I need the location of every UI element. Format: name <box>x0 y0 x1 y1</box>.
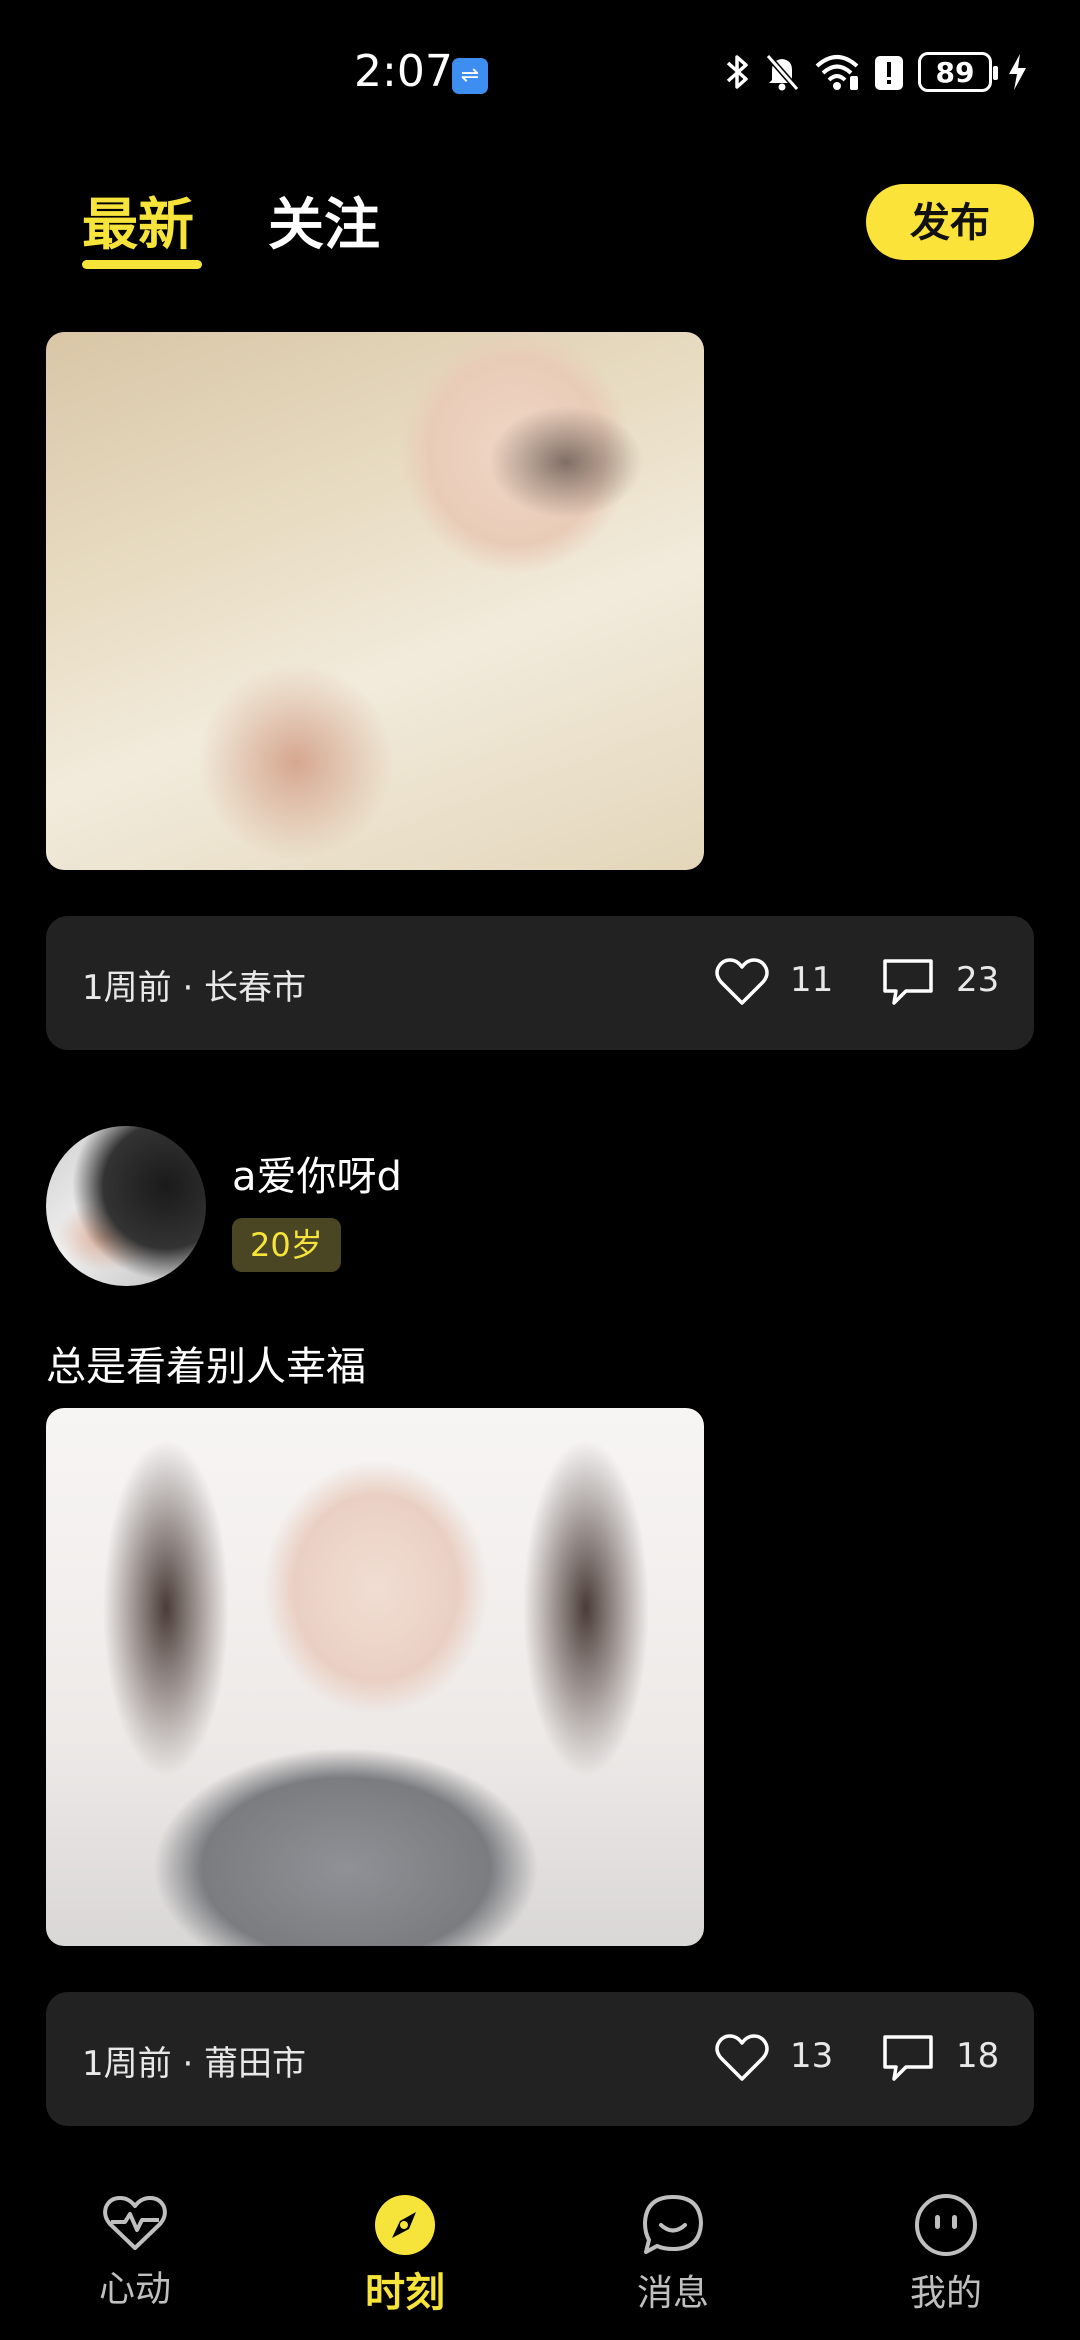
status-bar: 2:07 ⇌ 89 <box>0 0 1080 150</box>
like-count: 11 <box>790 960 834 1000</box>
username[interactable]: a爱你呀d <box>232 1144 402 1202</box>
tab-follow[interactable]: 关注 <box>268 180 380 261</box>
profile-face-icon <box>915 2194 977 2256</box>
post-image[interactable] <box>46 332 704 870</box>
publish-button[interactable]: 发布 <box>866 184 1034 260</box>
bottom-nav: 心动 时刻 消息 我的 <box>0 2170 1080 2340</box>
usb-icon: ⇌ <box>452 58 488 94</box>
alert-icon <box>875 56 903 90</box>
bluetooth-icon <box>726 55 748 89</box>
nav-label: 消息 <box>636 2273 709 2314</box>
nav-item-heartbeat[interactable]: 心动 <box>55 2192 215 2312</box>
battery-level: 89 <box>935 55 975 89</box>
post-caption: 总是看着别人幸福 <box>46 1344 366 1390</box>
heart-icon[interactable] <box>714 956 770 1008</box>
post-meta-bar: 1周前 · 莆田市 13 18 <box>46 1992 1034 2126</box>
nav-label: 我的 <box>909 2273 982 2314</box>
comment-count: 18 <box>956 2036 1000 2076</box>
nav-item-moments[interactable]: 时刻 <box>325 2192 485 2318</box>
status-icons: 89 <box>724 52 1028 92</box>
post-time-location: 1周前 · 长春市 <box>82 968 307 1008</box>
comment-icon[interactable] <box>880 956 936 1008</box>
compass-icon <box>375 2195 435 2255</box>
avatar[interactable] <box>46 1126 206 1286</box>
age-badge: 20岁 <box>232 1218 341 1272</box>
bell-off-icon <box>765 54 800 91</box>
heart-icon[interactable] <box>714 2032 770 2084</box>
post-image[interactable] <box>46 1408 704 1946</box>
nav-item-profile[interactable]: 我的 <box>866 2192 1026 2316</box>
post-meta-bar: 1周前 · 长春市 11 23 <box>46 916 1034 1050</box>
comment-icon[interactable] <box>880 2032 936 2084</box>
nav-label: 时刻 <box>365 2270 445 2316</box>
tab-latest[interactable]: 最新 <box>82 180 194 261</box>
comment-count: 23 <box>956 960 1000 1000</box>
battery-icon: 89 <box>918 52 998 92</box>
active-tab-indicator <box>82 260 202 269</box>
wifi-icon <box>815 55 859 90</box>
nav-label: 心动 <box>98 2269 171 2310</box>
post-time-location: 1周前 · 莆田市 <box>82 2044 307 2084</box>
charging-icon <box>1009 54 1026 90</box>
heart-pulse-icon <box>103 2196 167 2250</box>
like-count: 13 <box>790 2036 834 2076</box>
nav-item-messages[interactable]: 消息 <box>593 2192 753 2316</box>
chat-bubble-icon <box>643 2195 703 2254</box>
status-time: 2:07 <box>354 46 453 97</box>
top-header: 最新 关注 发布 <box>0 170 1080 280</box>
